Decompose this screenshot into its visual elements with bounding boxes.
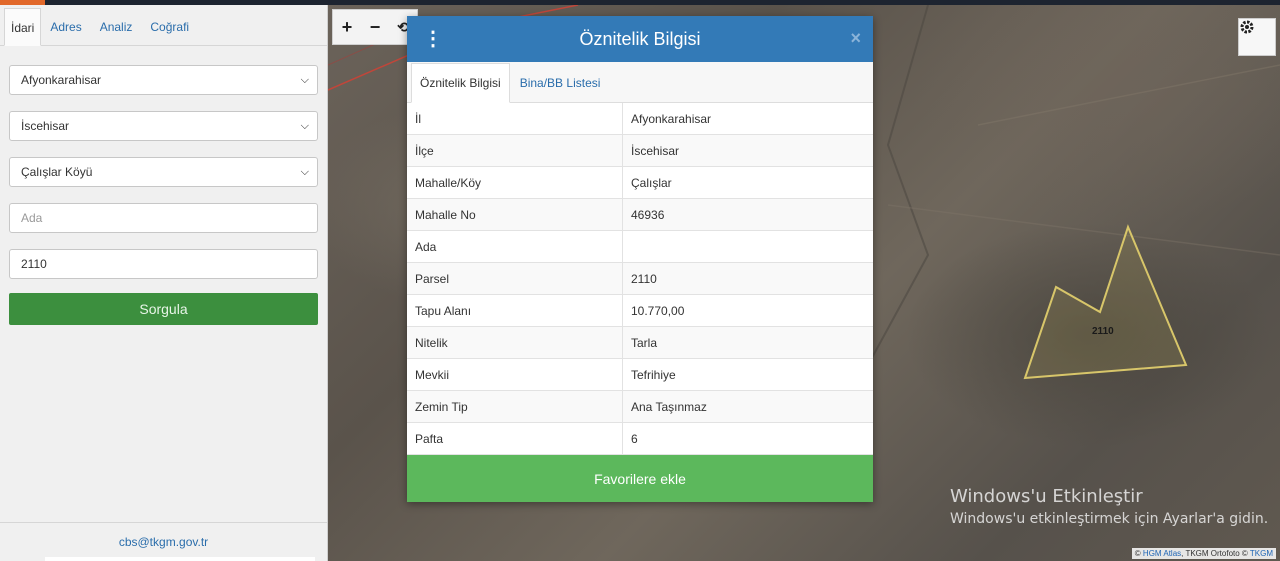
table-row: Mahalle/Köy Çalışlar (407, 166, 873, 199)
attr-value: Ana Taşınmaz (622, 390, 873, 423)
sidebar: İdari Adres Analiz Coğrafi Afyonkarahisa… (0, 5, 328, 561)
sorgula-button[interactable]: Sorgula (9, 293, 318, 325)
table-row: Nitelik Tarla (407, 326, 873, 359)
parcel-polygon[interactable] (1023, 224, 1188, 380)
modal-title: Öznitelik Bilgisi (579, 28, 701, 49)
attr-key: Ada (407, 230, 623, 263)
parsel-input-value: 2110 (21, 257, 47, 271)
table-row: İl Afyonkarahisar (407, 103, 873, 135)
tab-idari[interactable]: İdari (4, 8, 42, 46)
close-icon[interactable]: × (850, 28, 861, 49)
attribute-info-modal: ⋮ Öznitelik Bilgisi × Öznitelik Bilgisi … (407, 16, 873, 502)
chevron-down-icon: ⌵ (300, 119, 309, 132)
windows-activation-watermark: Windows'u Etkinleştir Windows'u etkinleş… (950, 486, 1268, 527)
table-row: Parsel 2110 (407, 262, 873, 295)
map-attribution: © HGM Atlas, TKGM Ortofoto © TKGM (1131, 548, 1276, 559)
attr-key: Pafta (407, 422, 623, 455)
add-to-favorites-button[interactable]: Favorilere ekle (407, 455, 873, 502)
attr-key: Mahalle No (407, 198, 623, 231)
tkgm-link[interactable]: TKGM (1250, 549, 1273, 558)
attr-value: Tarla (622, 326, 873, 359)
attr-key: Zemin Tip (407, 390, 623, 423)
attr-key: İlçe (407, 134, 623, 167)
attr-value: Tefrihiye (622, 358, 873, 391)
query-form: Afyonkarahisar ⌵ İscehisar ⌵ Çalışlar Kö… (0, 46, 327, 325)
mahalle-select-value: Çalışlar Köyü (21, 165, 93, 179)
il-select[interactable]: Afyonkarahisar ⌵ (9, 65, 318, 95)
attr-key: İl (407, 103, 623, 135)
attr-value: Afyonkarahisar (622, 103, 873, 135)
attribute-table: İl Afyonkarahisar İlçe İscehisar Mahalle/K… (407, 103, 873, 455)
zoom-in-button[interactable]: + (333, 10, 361, 44)
table-row: Mevkii Tefrihiye (407, 358, 873, 391)
attr-value: Çalışlar (622, 166, 873, 199)
hgm-atlas-link[interactable]: HGM Atlas (1143, 549, 1181, 558)
table-row: Pafta 6 (407, 422, 873, 455)
table-row: Tapu Alanı 10.770,00 (407, 294, 873, 327)
attribution-prefix: © (1134, 549, 1141, 558)
attr-value: 6 (622, 422, 873, 455)
horizontal-scrollbar[interactable] (45, 557, 315, 561)
attr-key: Nitelik (407, 326, 623, 359)
chevron-down-icon: ⌵ (300, 165, 309, 178)
attr-key: Tapu Alanı (407, 294, 623, 327)
tab-analiz[interactable]: Analiz (91, 20, 142, 45)
attr-value (622, 230, 873, 263)
table-row: İlçe İscehisar (407, 134, 873, 167)
tab-cografi[interactable]: Coğrafi (141, 20, 198, 45)
ada-input[interactable]: Ada (9, 203, 318, 233)
ada-input-placeholder: Ada (21, 211, 43, 225)
il-select-value: Afyonkarahisar (21, 73, 102, 87)
attr-value: İscehisar (622, 134, 873, 167)
ilce-select[interactable]: İscehisar ⌵ (9, 111, 318, 141)
sidebar-footer: cbs@tkgm.gov.tr (0, 522, 327, 561)
attr-key: Mahalle/Köy (407, 166, 623, 199)
settings-gear-icon[interactable] (1238, 18, 1276, 56)
sidebar-tabs: İdari Adres Analiz Coğrafi (0, 5, 327, 46)
attr-key: Parsel (407, 262, 623, 295)
contact-email-link[interactable]: cbs@tkgm.gov.tr (119, 535, 208, 549)
attr-key: Mevkii (407, 358, 623, 391)
parsel-input[interactable]: 2110 (9, 249, 318, 279)
kebab-menu-icon[interactable]: ⋮ (423, 29, 443, 49)
chevron-down-icon: ⌵ (300, 73, 309, 86)
table-row: Zemin Tip Ana Taşınmaz (407, 390, 873, 423)
watermark-subtitle: Windows'u etkinleştirmek için Ayarlar'a … (950, 511, 1269, 527)
watermark-title: Windows'u Etkinleştir (950, 486, 1143, 507)
attr-value: 10.770,00 (622, 294, 873, 327)
ilce-select-value: İscehisar (21, 119, 70, 133)
attr-value: 46936 (622, 198, 873, 231)
tab-adres[interactable]: Adres (41, 20, 90, 45)
parcel-label: 2110 (1092, 326, 1114, 337)
table-row: Mahalle No 46936 (407, 198, 873, 231)
table-row: Ada (407, 230, 873, 263)
map-toolbar: + − ⟲ (332, 9, 418, 45)
zoom-out-button[interactable]: − (361, 10, 389, 44)
tab-bina-bb-listesi[interactable]: Bina/BB Listesi (510, 76, 611, 102)
tab-oznitelik-bilgisi[interactable]: Öznitelik Bilgisi (411, 63, 510, 103)
modal-tabs: Öznitelik Bilgisi Bina/BB Listesi (407, 62, 873, 103)
modal-header: ⋮ Öznitelik Bilgisi × (407, 16, 873, 62)
attr-value: 2110 (622, 262, 873, 295)
mahalle-select[interactable]: Çalışlar Köyü ⌵ (9, 157, 318, 187)
attribution-mid: , TKGM Ortofoto © (1181, 549, 1248, 558)
